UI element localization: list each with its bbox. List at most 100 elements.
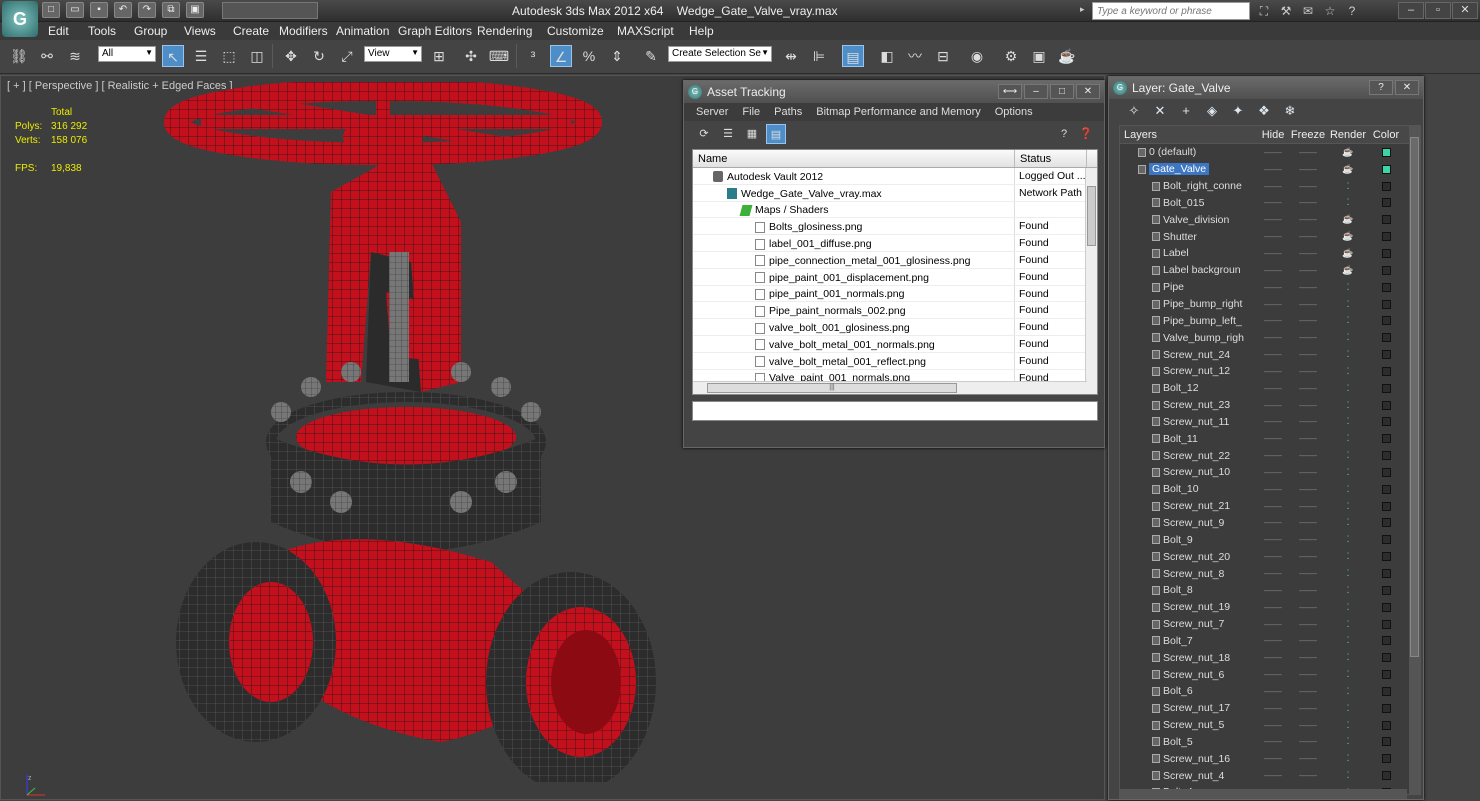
layer-color-swatch[interactable] [1370, 535, 1402, 545]
layer-manager-titlebar[interactable]: G Layer: Gate_Valve ? ✕ [1109, 77, 1423, 99]
layer-color-swatch[interactable] [1370, 569, 1402, 579]
freeze-toggle[interactable]: –––– [1290, 687, 1326, 696]
render-dots-icon[interactable]: ⁚ [1326, 197, 1370, 208]
layer-vertical-scrollbar[interactable] [1409, 125, 1421, 795]
render-dots-icon[interactable]: ⁚ [1326, 433, 1370, 444]
help-icon[interactable]: ? [1369, 80, 1393, 95]
layer-color-swatch[interactable] [1370, 215, 1402, 225]
open-file-icon[interactable]: ▭ [66, 2, 84, 18]
layer-row[interactable]: Gate_Valve –––– –––– ☕ [1120, 161, 1420, 178]
hide-toggle[interactable]: –––– [1256, 316, 1290, 325]
render-production-icon[interactable]: ☕ [1056, 45, 1078, 67]
column-color-header[interactable]: Color [1370, 129, 1402, 141]
menu-graph-editors[interactable]: Graph Editors [398, 24, 472, 38]
render-dots-icon[interactable]: ⁚ [1326, 602, 1370, 613]
reference-coordinate-dropdown[interactable]: View ▼ [364, 46, 422, 62]
layer-color-swatch[interactable] [1370, 282, 1402, 292]
project-folder-icon[interactable]: ▣ [186, 2, 204, 18]
layer-row[interactable]: Bolt_8 –––– –––– ⁚ [1120, 582, 1420, 599]
select-manipulate-icon[interactable]: ✣ [460, 45, 482, 67]
asset-row[interactable]: Autodesk Vault 2012 Logged Out ... [693, 168, 1097, 185]
layer-color-swatch[interactable] [1370, 400, 1402, 410]
layer-name[interactable]: Screw_nut_18 [1163, 652, 1230, 664]
hide-toggle[interactable]: –––– [1256, 485, 1290, 494]
freeze-toggle[interactable]: –––– [1290, 502, 1326, 511]
menu-group[interactable]: Group [134, 24, 167, 38]
hide-toggle[interactable]: –––– [1256, 401, 1290, 410]
render-dots-icon[interactable]: ⁚ [1326, 299, 1370, 310]
create-layer-icon[interactable]: ✧ [1125, 102, 1143, 120]
hide-toggle[interactable]: –––– [1256, 350, 1290, 359]
unlink-icon[interactable]: ⚯ [36, 45, 58, 67]
freeze-toggle[interactable]: –––– [1290, 165, 1326, 174]
window-crossing-icon[interactable]: ◫ [246, 45, 268, 67]
layer-name[interactable]: Bolt_6 [1163, 685, 1193, 697]
refresh-icon[interactable]: ⟳ [694, 124, 714, 144]
layer-row[interactable]: Screw_nut_19 –––– –––– ⁚ [1120, 599, 1420, 616]
layer-name[interactable]: Bolt_right_conne [1163, 180, 1242, 192]
layer-name[interactable]: Bolt_11 [1163, 433, 1198, 445]
layer-color-swatch[interactable] [1370, 585, 1402, 595]
layer-name[interactable]: Screw_nut_17 [1163, 702, 1230, 714]
table-view-icon[interactable]: ▤ [766, 124, 786, 144]
hide-toggle[interactable]: –––– [1256, 215, 1290, 224]
layer-color-swatch[interactable] [1370, 720, 1402, 730]
hide-toggle[interactable]: –––– [1256, 771, 1290, 780]
binoculars-icon[interactable]: ⛶ [1256, 3, 1272, 19]
render-teapot-icon[interactable]: ☕ [1326, 265, 1370, 276]
render-dots-icon[interactable]: ⁚ [1326, 467, 1370, 478]
render-dots-icon[interactable]: ⁚ [1326, 450, 1370, 461]
layer-color-swatch[interactable] [1370, 232, 1402, 242]
freeze-toggle[interactable]: –––– [1290, 451, 1326, 460]
close-icon[interactable]: ✕ [1395, 80, 1419, 95]
new-file-icon[interactable]: □ [42, 2, 60, 18]
hide-toggle[interactable]: –––– [1256, 653, 1290, 662]
freeze-toggle[interactable]: –––– [1290, 401, 1326, 410]
asset-row[interactable]: Pipe_paint_normals_002.png Found [693, 302, 1097, 320]
freeze-toggle[interactable]: –––– [1290, 552, 1326, 561]
mirror-icon[interactable]: ⇹ [780, 45, 802, 67]
layer-row[interactable]: Bolt_6 –––– –––– ⁚ [1120, 683, 1420, 700]
layer-name[interactable]: Valve_division [1163, 214, 1229, 226]
redo-icon[interactable]: ↷ [138, 2, 156, 18]
layer-row[interactable]: Screw_nut_23 –––– –––– ⁚ [1120, 397, 1420, 414]
selection-filter-dropdown[interactable]: All ▼ [98, 46, 156, 62]
layer-color-swatch[interactable] [1370, 619, 1402, 629]
asset-row[interactable]: pipe_paint_001_normals.png Found [693, 285, 1097, 303]
named-selection-set-dropdown[interactable]: Create Selection Se ▼ [668, 46, 772, 62]
freeze-toggle[interactable]: –––– [1290, 603, 1326, 612]
freeze-toggle[interactable]: –––– [1290, 468, 1326, 477]
hold-icon[interactable]: ⧉ [162, 2, 180, 18]
layer-row[interactable]: 0 (default) –––– –––– ☕ [1120, 144, 1420, 161]
freeze-toggle[interactable]: –––– [1290, 704, 1326, 713]
hide-toggle[interactable]: –––– [1256, 518, 1290, 527]
highlight-layer-icon[interactable]: ✦ [1229, 102, 1247, 120]
help-icon[interactable]: ? [1344, 3, 1360, 19]
render-dots-icon[interactable]: ⁚ [1326, 349, 1370, 360]
layer-name[interactable]: Shutter [1163, 231, 1197, 243]
menu-tools[interactable]: Tools [88, 24, 116, 38]
render-dots-icon[interactable]: ⁚ [1326, 534, 1370, 545]
freeze-toggle[interactable]: –––– [1290, 721, 1326, 730]
hide-toggle[interactable]: –––– [1256, 502, 1290, 511]
hide-toggle[interactable]: –––– [1256, 367, 1290, 376]
render-dots-icon[interactable]: ⁚ [1326, 181, 1370, 192]
layer-row[interactable]: Bolt_015 –––– –––– ⁚ [1120, 195, 1420, 212]
maximize-icon[interactable]: □ [1050, 84, 1074, 99]
render-dots-icon[interactable]: ⁚ [1326, 585, 1370, 596]
select-objects-in-layer-icon[interactable]: ◈ [1203, 102, 1221, 120]
layer-row[interactable]: Screw_nut_11 –––– –––– ⁚ [1120, 414, 1420, 431]
render-teapot-icon[interactable]: ☕ [1326, 147, 1370, 158]
layer-color-swatch[interactable] [1370, 198, 1402, 208]
layer-row[interactable]: Bolt_5 –––– –––– ⁚ [1120, 734, 1420, 751]
hide-toggle[interactable]: –––– [1256, 300, 1290, 309]
render-dots-icon[interactable]: ⁚ [1326, 366, 1370, 377]
column-hide-header[interactable]: Hide [1256, 129, 1290, 141]
undo-icon[interactable]: ↶ [114, 2, 132, 18]
layer-name[interactable]: Pipe_bump_left_ [1163, 315, 1242, 327]
select-object-icon[interactable]: ↖ [162, 45, 184, 67]
freeze-toggle[interactable]: –––– [1290, 485, 1326, 494]
render-teapot-icon[interactable]: ☕ [1326, 248, 1370, 259]
layer-color-swatch[interactable] [1370, 350, 1402, 360]
layer-name[interactable]: Screw_nut_8 [1163, 568, 1224, 580]
